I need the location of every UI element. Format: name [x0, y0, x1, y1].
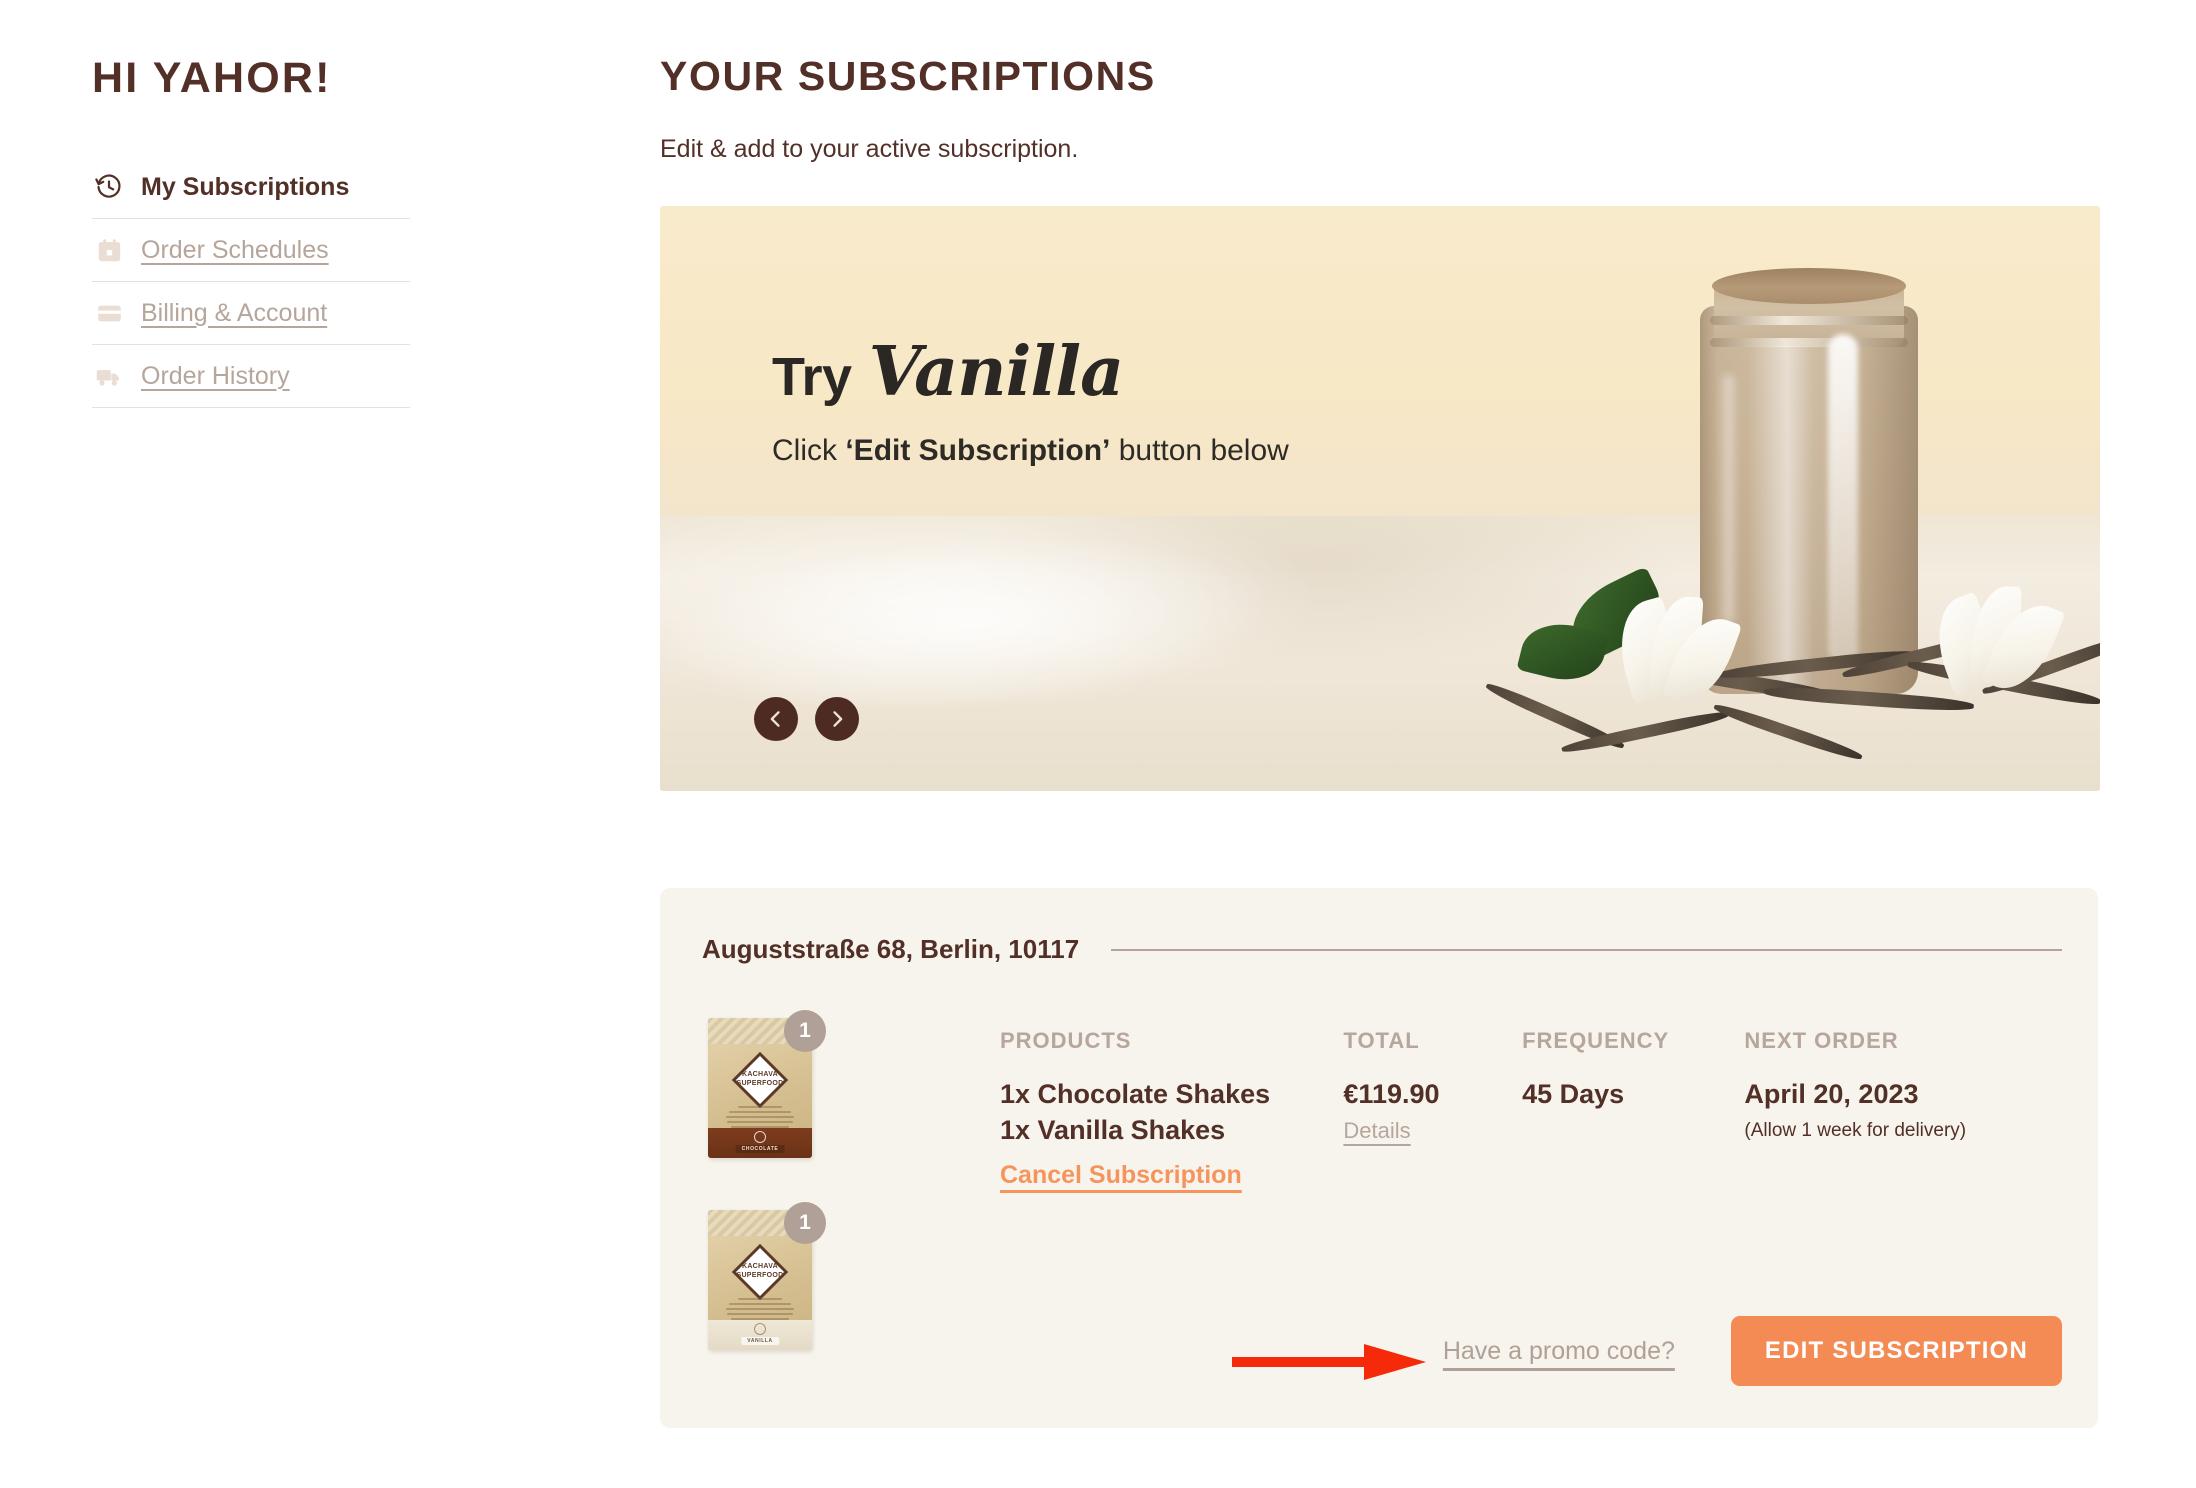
card-actions: Have a promo code? EDIT SUBSCRIPTION [1443, 1316, 2062, 1386]
sidebar-divider [92, 281, 410, 283]
sidebar-nav: My Subscriptions Order Schedules Billing… [92, 165, 410, 409]
next-order-date: April 20, 2023 [1744, 1079, 1919, 1109]
subscription-card: Auguststraße 68, Berlin, 10117 KACHAVA S… [660, 888, 2098, 1428]
carousel-prev-button[interactable] [754, 697, 798, 742]
pouch-flavor-label: CHOCOLATE [735, 1145, 785, 1153]
total-amount: €119.90 [1343, 1079, 1440, 1109]
carousel-next-button[interactable] [815, 697, 859, 742]
column-header-frequency: FREQUENCY [1522, 1028, 1670, 1053]
history-clock-icon [94, 172, 124, 202]
product-line-item: 1x Vanilla Shakes [1000, 1115, 1226, 1146]
chevron-left-icon [770, 711, 780, 727]
product-thumbnails: KACHAVA SUPERFOOD THE WHOLE BODY MEAL CH… [700, 1010, 850, 1394]
sidebar-item-label: Order Schedules [141, 235, 329, 264]
promo-code-link[interactable]: Have a promo code? [1443, 1337, 1675, 1366]
calendar-icon [94, 235, 124, 265]
chevron-right-icon [833, 711, 843, 727]
sidebar-divider [92, 407, 410, 409]
banner-cta-text: Click ‘Edit Subscription’ button below [772, 434, 1289, 468]
page-title: YOUR SUBSCRIPTIONS [660, 53, 1156, 99]
sidebar-item-order-schedules[interactable]: Order Schedules [92, 228, 410, 272]
shipping-address-row: Auguststraße 68, Berlin, 10117 [702, 934, 2062, 965]
truck-icon [94, 361, 124, 391]
edit-subscription-button[interactable]: EDIT SUBSCRIPTION [1730, 1316, 2062, 1386]
vanilla-flower-image [1923, 585, 2066, 704]
sidebar-item-billing-account[interactable]: Billing & Account [92, 291, 410, 335]
pouch-brand: KACHAVA [741, 1071, 779, 1078]
carousel-controls [754, 697, 859, 742]
account-subscriptions-page: HI YAHOR! My Subscriptions Order Schedul… [0, 0, 2196, 1488]
banner-try-word: Try [772, 347, 852, 408]
column-header-total: TOTAL [1343, 1028, 1420, 1053]
sidebar-item-order-history[interactable]: Order History [92, 354, 410, 398]
pouch-brand: KACHAVA [741, 1263, 779, 1270]
sidebar-item-my-subscriptions[interactable]: My Subscriptions [92, 165, 410, 209]
subscription-detail-columns: PRODUCTS 1x Chocolate Shakes 1x Vanilla … [1000, 1028, 2062, 1190]
address-divider [1111, 948, 2062, 951]
sidebar-item-label: Billing & Account [141, 298, 328, 327]
credit-card-icon [94, 298, 124, 328]
promo-banner-carousel[interactable]: Try Vanilla Click ‘Edit Subscription’ bu… [660, 206, 2100, 792]
pouch-brand-sub: SUPERFOOD [736, 1079, 784, 1087]
greeting-heading: HI YAHOR! [92, 54, 332, 102]
column-header-next-order: NEXT ORDER [1744, 1028, 1899, 1053]
pouch-flavor-label: VANILLA [741, 1337, 779, 1345]
vanilla-flower-image [1607, 594, 1743, 716]
quantity-badge: 1 [784, 1202, 826, 1244]
sidebar-item-label: My Subscriptions [141, 172, 350, 201]
column-frequency: FREQUENCY 45 Days [1522, 1028, 1744, 1190]
account-sidebar: HI YAHOR! My Subscriptions Order Schedul… [92, 54, 432, 409]
column-header-products: PRODUCTS [1000, 1028, 1132, 1053]
banner-cta-suffix: button below [1110, 434, 1289, 468]
product-thumbnail[interactable]: KACHAVA SUPERFOOD THE WHOLE BODY MEAL VA… [700, 1202, 826, 1350]
next-order-note: (Allow 1 week for delivery) [1744, 1120, 1967, 1142]
sidebar-divider [92, 344, 410, 346]
product-thumbnail[interactable]: KACHAVA SUPERFOOD THE WHOLE BODY MEAL CH… [700, 1010, 826, 1158]
sidebar-divider [92, 218, 410, 220]
main-content: YOUR SUBSCRIPTIONS Edit & add to your ac… [660, 53, 2100, 792]
shipping-address: Auguststraße 68, Berlin, 10117 [702, 934, 1080, 964]
quantity-badge: 1 [784, 1010, 826, 1052]
sidebar-item-label: Order History [141, 361, 290, 390]
column-total: TOTAL €119.90 Details [1343, 1028, 1522, 1190]
banner-cta-prefix: Click [772, 434, 846, 468]
total-details-link[interactable]: Details [1343, 1118, 1410, 1144]
pouch-brand-sub: SUPERFOOD [736, 1271, 784, 1279]
page-subtitle: Edit & add to your active subscription. [660, 135, 1079, 164]
frequency-value: 45 Days [1522, 1079, 1625, 1109]
banner-flavor-word: Vanilla [868, 332, 1125, 413]
cancel-subscription-link[interactable]: Cancel Subscription [1000, 1161, 1242, 1190]
product-line-item: 1x Chocolate Shakes [1000, 1079, 1271, 1109]
column-products: PRODUCTS 1x Chocolate Shakes 1x Vanilla … [1000, 1028, 1343, 1190]
banner-copy: Try Vanilla Click ‘Edit Subscription’ bu… [772, 332, 1289, 468]
column-next-order: NEXT ORDER April 20, 2023 (Allow 1 week … [1744, 1028, 2062, 1190]
banner-cta-bold: ‘Edit Subscription’ [845, 434, 1111, 468]
